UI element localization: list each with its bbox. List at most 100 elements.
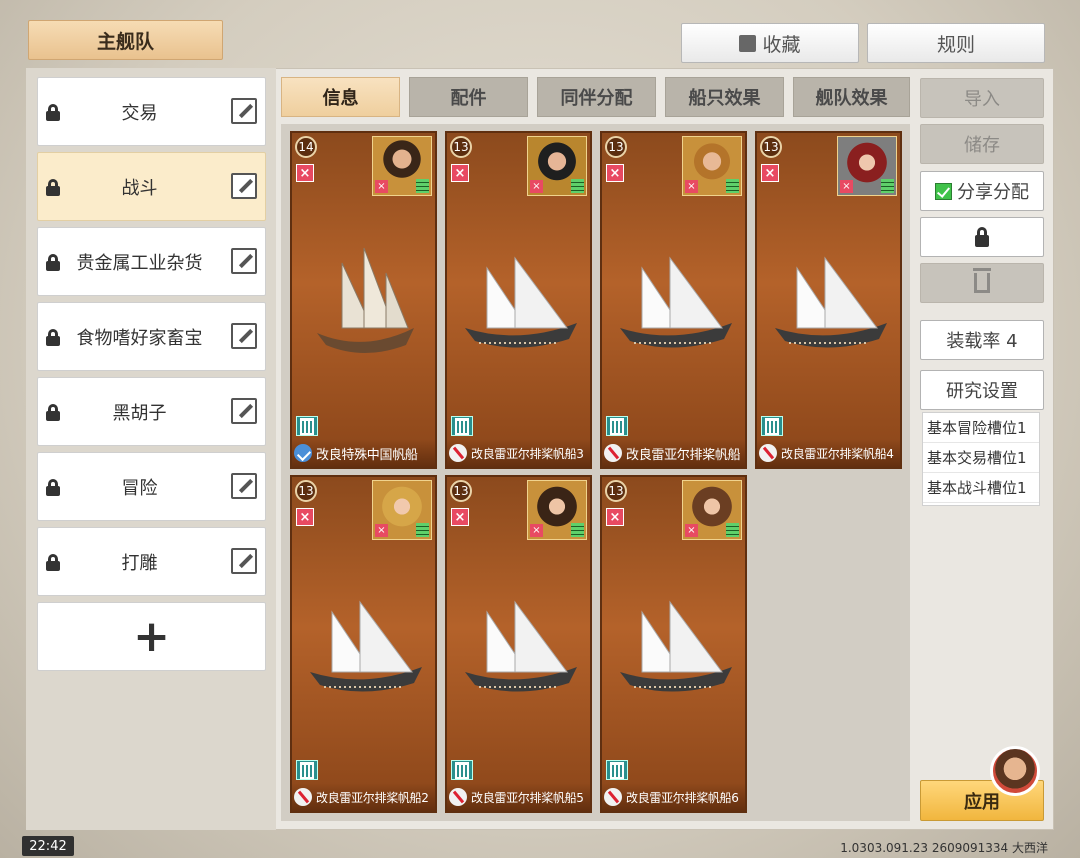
edit-icon[interactable]	[231, 173, 257, 199]
lock-icon[interactable]	[46, 329, 60, 346]
close-icon[interactable]: ×	[606, 164, 624, 182]
junk-ship-icon	[317, 247, 414, 353]
close-icon: ×	[530, 180, 543, 193]
ship-name: 改良特殊中国帆船	[316, 447, 418, 463]
sword-type-icon	[604, 444, 622, 462]
edit-icon[interactable]	[231, 398, 257, 424]
ship-card[interactable]: 14 × × 改良特殊中国帆船	[290, 131, 437, 469]
main-fleet-tab[interactable]: 主舰队	[28, 20, 223, 60]
sword-type-icon	[449, 444, 467, 462]
ship-name: 改良雷亚尔排桨帆船	[626, 447, 741, 463]
fleet-item[interactable]: 交易	[37, 77, 266, 146]
level-badge: 13	[295, 480, 317, 502]
level-badge: 13	[450, 480, 472, 502]
trash-icon	[973, 268, 991, 293]
fleet-item[interactable]: 冒险	[37, 452, 266, 521]
captain-portrait[interactable]: ×	[372, 480, 432, 540]
rules-button[interactable]: 规则	[867, 23, 1045, 63]
edit-icon[interactable]	[231, 98, 257, 124]
close-icon[interactable]: ×	[296, 164, 314, 182]
tab-info[interactable]: 信息	[281, 77, 400, 117]
share-allocation-label: 分享分配	[957, 182, 1029, 203]
close-icon: ×	[840, 180, 853, 193]
avatar[interactable]	[990, 746, 1040, 796]
edit-icon[interactable]	[231, 248, 257, 274]
tab-ship-effects[interactable]: 船只效果	[665, 77, 784, 117]
tab-parts[interactable]: 配件	[409, 77, 528, 117]
ship-name-bar: 改良雷亚尔排桨帆船6	[602, 783, 745, 811]
lock-icon[interactable]	[46, 104, 60, 121]
ship-name-bar: 改良雷亚尔排桨帆船4	[757, 439, 900, 467]
ship-card[interactable]: 13 × × 改良雷亚尔排桨帆船5	[445, 475, 592, 813]
lock-button[interactable]	[920, 217, 1044, 257]
close-icon[interactable]: ×	[451, 508, 469, 526]
ship-card[interactable]: 13 × × 改良雷亚尔排桨帆船3	[445, 131, 592, 469]
add-fleet-button[interactable]: +	[37, 602, 266, 671]
galley-ship-icon	[620, 600, 732, 692]
close-icon[interactable]: ×	[606, 508, 624, 526]
captain-portrait[interactable]: ×	[837, 136, 897, 196]
edit-icon[interactable]	[231, 473, 257, 499]
close-icon[interactable]: ×	[296, 508, 314, 526]
bank-icon	[606, 416, 628, 436]
ship-name: 改良雷亚尔排桨帆船5	[471, 790, 584, 805]
tab-fleet-effects[interactable]: 舰队效果	[793, 77, 910, 117]
captain-portrait[interactable]: ×	[682, 480, 742, 540]
research-settings-button[interactable]: 研究设置	[920, 370, 1044, 410]
version-info: 1.0303.091.23 2609091334 大西洋	[840, 841, 1048, 855]
import-button[interactable]: 导入	[920, 78, 1044, 118]
close-icon[interactable]: ×	[761, 164, 779, 182]
ship-card[interactable]: 13 × × 改良雷亚尔排桨帆船6	[600, 475, 747, 813]
bank-icon	[296, 416, 318, 436]
lock-icon[interactable]	[46, 254, 60, 271]
fleet-item-selected[interactable]: 战斗	[37, 152, 266, 221]
lock-icon[interactable]	[46, 179, 60, 196]
ship-name-bar: 改良雷亚尔排桨帆船3	[447, 439, 590, 467]
galley-ship-icon	[310, 600, 422, 692]
bank-icon	[761, 416, 783, 436]
share-allocation-button[interactable]: 分享分配	[920, 171, 1044, 211]
plus-icon: +	[133, 610, 170, 662]
rules-label: 规则	[936, 33, 975, 56]
favorite-button[interactable]: 收藏	[681, 23, 859, 63]
sword-type-icon	[294, 788, 312, 806]
load-rate-button[interactable]: 装载率 4	[920, 320, 1044, 360]
ship-card[interactable]: 13 × × 改良雷亚尔排桨帆船4	[755, 131, 902, 469]
level-bars-icon	[416, 179, 429, 193]
galley-ship-icon	[620, 256, 732, 348]
bank-icon	[451, 416, 473, 436]
level-bars-icon	[881, 179, 894, 193]
ship-card[interactable]: 13 × × 改良雷亚尔排桨帆船	[600, 131, 747, 469]
ship-card[interactable]: 13 × × 改良雷亚尔排桨帆船2	[290, 475, 437, 813]
captain-portrait[interactable]: ×	[682, 136, 742, 196]
captain-portrait[interactable]: ×	[527, 480, 587, 540]
level-badge: 14	[295, 136, 317, 158]
close-icon: ×	[685, 180, 698, 193]
edit-icon[interactable]	[231, 323, 257, 349]
close-icon[interactable]: ×	[451, 164, 469, 182]
checkbox-icon[interactable]	[739, 34, 757, 52]
clock: 22:42	[22, 836, 74, 856]
level-badge: 13	[605, 480, 627, 502]
save-button[interactable]: 储存	[920, 124, 1044, 164]
level-bars-icon	[726, 179, 739, 193]
captain-portrait[interactable]: ×	[527, 136, 587, 196]
ship-name: 改良雷亚尔排桨帆船3	[471, 446, 584, 461]
delete-button[interactable]	[920, 263, 1044, 303]
close-icon: ×	[375, 524, 388, 537]
captain-portrait[interactable]: ×	[372, 136, 432, 196]
fleet-item[interactable]: 黑胡子	[37, 377, 266, 446]
fleet-item[interactable]: 贵金属工业杂货	[37, 227, 266, 296]
edit-icon[interactable]	[231, 548, 257, 574]
lock-icon[interactable]	[46, 554, 60, 571]
lock-icon[interactable]	[46, 479, 60, 496]
level-bars-icon	[416, 523, 429, 537]
checkbox-icon[interactable]	[935, 182, 952, 200]
tab-companion[interactable]: 同伴分配	[537, 77, 656, 117]
lock-icon[interactable]	[46, 404, 60, 421]
ship-name: 改良雷亚尔排桨帆船6	[626, 790, 739, 805]
fleet-item[interactable]: 打雕	[37, 527, 266, 596]
sword-type-icon	[449, 788, 467, 806]
ship-name: 改良雷亚尔排桨帆船2	[316, 790, 429, 805]
fleet-item[interactable]: 食物嗜好家畜宝	[37, 302, 266, 371]
